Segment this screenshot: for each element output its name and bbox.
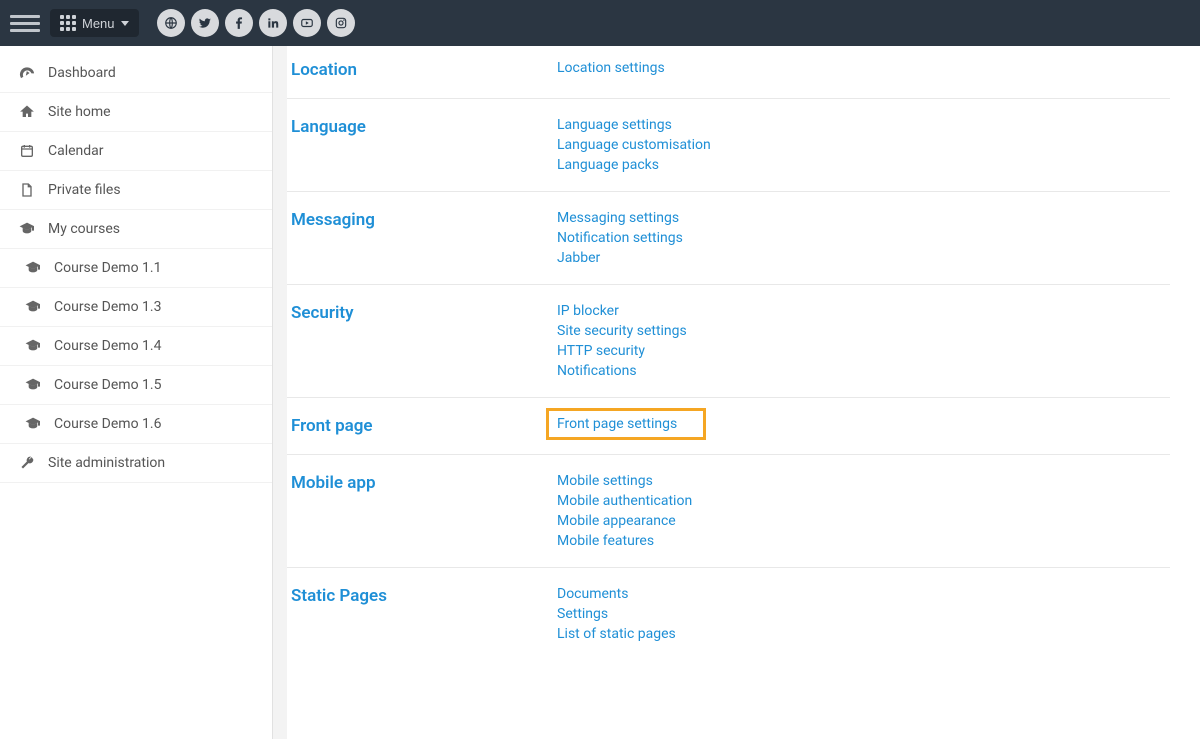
sidebar-item-site-administration[interactable]: Site administration [0, 444, 272, 483]
section-heading[interactable]: Static Pages [287, 586, 557, 642]
admin-link-list-of-static-pages[interactable]: List of static pages [557, 626, 676, 642]
globe-icon[interactable] [157, 9, 185, 37]
admin-link-notification-settings[interactable]: Notification settings [557, 230, 683, 246]
admin-link-language-settings[interactable]: Language settings [557, 117, 711, 133]
admin-link-notifications[interactable]: Notifications [557, 363, 687, 379]
menu-button[interactable]: Menu [50, 9, 139, 37]
file-icon [18, 181, 36, 199]
graduation-icon [18, 220, 36, 238]
facebook-icon[interactable] [225, 9, 253, 37]
sidebar-item-label: Course Demo 1.6 [54, 416, 161, 432]
graduation-icon [24, 337, 42, 355]
admin-link-front-page-settings[interactable]: Front page settings [546, 408, 706, 440]
admin-link-messaging-settings[interactable]: Messaging settings [557, 210, 683, 226]
section-heading[interactable]: Language [287, 117, 557, 173]
sidebar-item-dashboard[interactable]: Dashboard [0, 54, 272, 93]
section-heading[interactable]: Location [287, 60, 557, 80]
section-links: Language settings Language customisation L… [557, 117, 711, 173]
admin-link-mobile-authentication[interactable]: Mobile authentication [557, 493, 692, 509]
sidebar-item-my-courses[interactable]: My courses [0, 210, 272, 249]
section-heading[interactable]: Front page [287, 416, 557, 436]
instagram-icon[interactable] [327, 9, 355, 37]
admin-link-documents[interactable]: Documents [557, 586, 676, 602]
admin-section-security: SecurityIP blocker Site security settings… [287, 284, 1170, 397]
sidebar-item-label: My courses [48, 221, 120, 237]
admin-section-mobile-app: Mobile appMobile settings Mobile authenti… [287, 454, 1170, 567]
admin-link-mobile-features[interactable]: Mobile features [557, 533, 692, 549]
hamburger-button[interactable] [10, 8, 40, 38]
content-wrap: Dashboard Site home Calendar Private files M… [0, 46, 1200, 739]
sidebar-item-label: Course Demo 1.1 [54, 260, 161, 276]
sidebar: Dashboard Site home Calendar Private files M… [0, 46, 273, 739]
admin-link-location-settings[interactable]: Location settings [557, 60, 665, 76]
sidebar-item-label: Course Demo 1.4 [54, 338, 161, 354]
sidebar-item-label: Course Demo 1.5 [54, 377, 161, 393]
sidebar-item-course-demo-1-5[interactable]: Course Demo 1.5 [0, 366, 272, 405]
section-links: IP blocker Site security settings HTTP sec… [557, 303, 687, 379]
section-heading[interactable]: Security [287, 303, 557, 379]
sidebar-item-course-demo-1-4[interactable]: Course Demo 1.4 [0, 327, 272, 366]
calendar-icon [18, 142, 36, 160]
sidebar-item-calendar[interactable]: Calendar [0, 132, 272, 171]
sidebar-item-label: Course Demo 1.3 [54, 299, 161, 315]
admin-link-language-customisation[interactable]: Language customisation [557, 137, 711, 153]
home-icon [18, 103, 36, 121]
section-links: Documents Settings List of static pages [557, 586, 676, 642]
menu-label: Menu [82, 16, 115, 31]
graduation-icon [24, 415, 42, 433]
admin-section-language: LanguageLanguage settings Language custom… [287, 98, 1170, 191]
sidebar-item-course-demo-1-3[interactable]: Course Demo 1.3 [0, 288, 272, 327]
caret-down-icon [121, 21, 129, 26]
admin-link-mobile-appearance[interactable]: Mobile appearance [557, 513, 692, 529]
sidebar-item-label: Site administration [48, 455, 165, 471]
admin-link-site-security-settings[interactable]: Site security settings [557, 323, 687, 339]
sidebar-item-label: Dashboard [48, 65, 116, 81]
sidebar-item-private-files[interactable]: Private files [0, 171, 272, 210]
wrench-icon [18, 454, 36, 472]
admin-section-front-page: Front pageFront page settings [287, 397, 1170, 454]
tachometer-icon [18, 64, 36, 82]
section-links: Location settings [557, 60, 665, 80]
admin-settings-panel: LocationLocation settingsLanguageLanguag… [287, 46, 1200, 739]
sidebar-item-label: Private files [48, 182, 121, 198]
admin-link-mobile-settings[interactable]: Mobile settings [557, 473, 692, 489]
admin-link-settings[interactable]: Settings [557, 606, 676, 622]
section-heading[interactable]: Messaging [287, 210, 557, 266]
sidebar-item-site-home[interactable]: Site home [0, 93, 272, 132]
sidebar-item-course-demo-1-6[interactable]: Course Demo 1.6 [0, 405, 272, 444]
graduation-icon [24, 259, 42, 277]
section-heading[interactable]: Mobile app [287, 473, 557, 549]
social-icons [157, 9, 355, 37]
graduation-icon [24, 298, 42, 316]
admin-section-messaging: MessagingMessaging settings Notification … [287, 191, 1170, 284]
section-links: Messaging settings Notification settings J… [557, 210, 683, 266]
graduation-icon [24, 376, 42, 394]
twitter-icon[interactable] [191, 9, 219, 37]
admin-link-ip-blocker[interactable]: IP blocker [557, 303, 687, 319]
sidebar-item-course-demo-1-1[interactable]: Course Demo 1.1 [0, 249, 272, 288]
admin-section-static-pages: Static PagesDocuments Settings List of sta… [287, 567, 1170, 660]
admin-link-language-packs[interactable]: Language packs [557, 157, 711, 173]
grid-icon [60, 15, 76, 31]
linkedin-icon[interactable] [259, 9, 287, 37]
youtube-icon[interactable] [293, 9, 321, 37]
section-links: Front page settings [557, 416, 677, 436]
sidebar-item-label: Site home [48, 104, 111, 120]
topbar: Menu [0, 0, 1200, 46]
admin-link-jabber[interactable]: Jabber [557, 250, 683, 266]
section-links: Mobile settings Mobile authentication Mobi… [557, 473, 692, 549]
admin-section-location: LocationLocation settings [287, 56, 1170, 98]
admin-link-http-security[interactable]: HTTP security [557, 343, 687, 359]
sidebar-item-label: Calendar [48, 143, 104, 159]
